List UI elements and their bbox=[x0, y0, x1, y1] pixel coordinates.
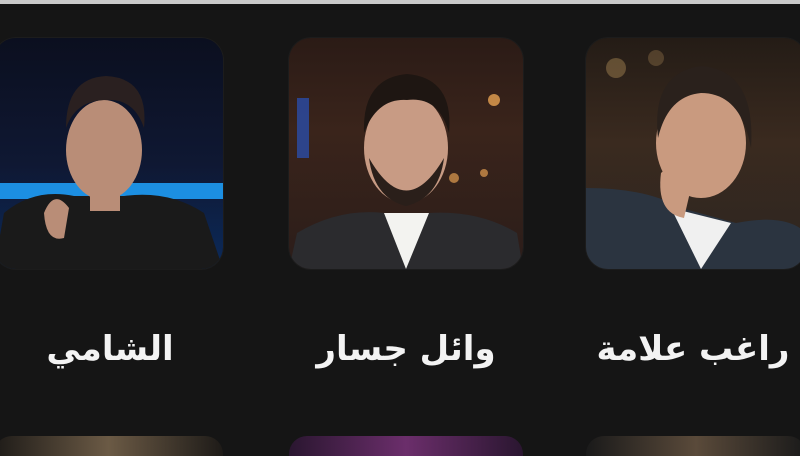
artist-card-2[interactable] bbox=[289, 38, 523, 269]
top-status-strip bbox=[0, 0, 800, 4]
artist-name-2[interactable]: وائل جسار bbox=[289, 328, 523, 370]
artist-photo-2 bbox=[289, 74, 523, 269]
artist-photo-1 bbox=[0, 76, 223, 269]
artist-card-6-partial[interactable] bbox=[586, 436, 800, 456]
artist-card-5-partial[interactable] bbox=[289, 436, 523, 456]
artist-photo-3 bbox=[586, 50, 800, 269]
artist-card-4-partial[interactable] bbox=[0, 436, 223, 456]
artist-name-1[interactable]: الشامي bbox=[0, 328, 220, 370]
artist-card-1[interactable] bbox=[0, 38, 223, 269]
artist-name-3[interactable]: راغب علامة bbox=[586, 328, 800, 370]
artist-card-3[interactable] bbox=[586, 38, 800, 269]
